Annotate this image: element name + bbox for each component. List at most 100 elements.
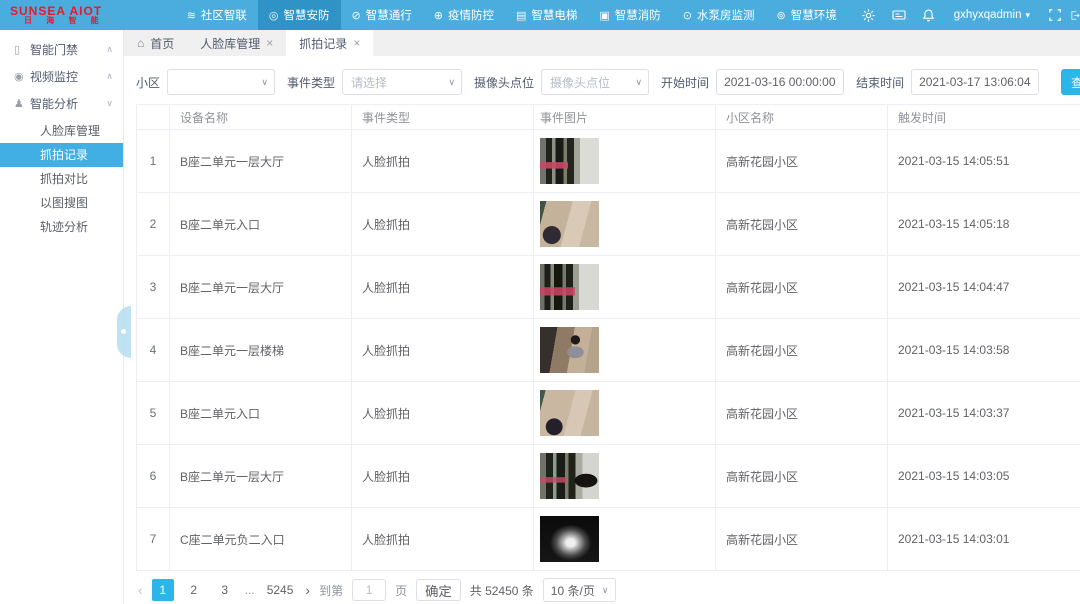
nav-item-label: 水泵房监测 [697, 7, 755, 23]
event-snapshot-image[interactable] [540, 201, 599, 247]
cell-event-image [534, 256, 716, 319]
cell-event-image [534, 445, 716, 508]
sidebar-group-智能分析[interactable]: ♟智能分析∨ [0, 90, 123, 117]
row-index: 1 [137, 130, 170, 193]
sidebar-group-label: 智能门禁 [30, 41, 106, 58]
nav-item-智慧电梯[interactable]: ▤智慧电梯 [505, 0, 588, 30]
cell-community-name: 高新花园小区 [716, 256, 888, 319]
community-select[interactable]: ∨ [167, 69, 275, 95]
page-size-select[interactable]: 10 条/页 ∨ [543, 578, 617, 602]
nav-item-label: 智慧消防 [615, 7, 661, 23]
page-button-2[interactable]: 2 [183, 579, 205, 601]
nav-item-水泵房监测[interactable]: ⊙ 水泵房监测 [672, 0, 766, 30]
person-analysis-icon: ♟ [14, 97, 30, 110]
row-index: 6 [137, 445, 170, 508]
tab-label: 抓拍记录 [299, 35, 347, 52]
cell-community-name: 高新花园小区 [716, 319, 888, 382]
jump-unit-label: 页 [395, 582, 407, 599]
app-logo: SUNSEA AIOT 日 海 智 能 [0, 5, 150, 26]
page-button-1[interactable]: 1 [152, 579, 174, 601]
header-event-type: 事件类型 [352, 105, 534, 130]
confirm-button[interactable]: 确定 [416, 579, 461, 601]
event-type-select[interactable]: 请选择 ∨ [342, 69, 462, 95]
nav-item-智慧安防[interactable]: ◎智慧安防 [258, 0, 341, 30]
sidebar-item-抓拍记录[interactable]: 抓拍记录 [0, 143, 123, 167]
notification-bell-icon[interactable] [914, 0, 944, 30]
page-button-5245[interactable]: 5245 [264, 579, 297, 601]
close-icon[interactable]: × [353, 36, 360, 50]
end-time-input[interactable] [911, 69, 1039, 95]
cell-community-name: 高新花园小区 [716, 382, 888, 445]
tab-人脸库管理[interactable]: 人脸库管理 × [187, 30, 286, 56]
close-icon[interactable]: × [266, 36, 273, 50]
nav-item-智慧环境[interactable]: ⊚智慧环境 [765, 0, 847, 30]
cell-trigger-time: 2021-03-15 14:04:47 [888, 256, 1080, 319]
water-pump-icon: ⊙ [683, 9, 692, 22]
sidebar-submenu: 人脸库管理抓拍记录抓拍对比以图搜图轨迹分析 [0, 117, 123, 241]
nav-item-智慧消防[interactable]: ▣智慧消防 [588, 0, 671, 30]
sidebar-collapse-handle[interactable] [117, 306, 131, 358]
cell-device-name: B座二单元一层大厅 [170, 130, 352, 193]
event-snapshot-image[interactable] [540, 264, 599, 310]
jump-page-input[interactable] [352, 579, 386, 601]
home-icon: ⌂ [137, 36, 144, 50]
sidebar-group-label: 智能分析 [30, 95, 106, 112]
sidebar-item-以图搜图[interactable]: 以图搜图 [0, 191, 123, 215]
cell-trigger-time: 2021-03-15 14:03:01 [888, 508, 1080, 571]
event-type-label: 事件类型 [287, 74, 335, 91]
nav-item-社区智联[interactable]: ≋社区智联 [176, 0, 258, 30]
search-button[interactable]: 查询 [1061, 69, 1080, 95]
sidebar-item-抓拍对比[interactable]: 抓拍对比 [0, 167, 123, 191]
camera-label: 摄像头点位 [474, 74, 534, 91]
message-card-icon[interactable] [884, 0, 914, 30]
event-snapshot-image[interactable] [540, 516, 599, 562]
settings-gear-icon[interactable] [854, 0, 884, 30]
fullscreen-icon[interactable] [1040, 0, 1070, 30]
sidebar-item-人脸库管理[interactable]: 人脸库管理 [0, 119, 123, 143]
cell-community-name: 高新花园小区 [716, 130, 888, 193]
environment-icon: ⊚ [776, 9, 785, 22]
camera-select[interactable]: 摄像头点位 ∨ [541, 69, 649, 95]
nav-item-疫情防控[interactable]: ⊕疫情防控 [423, 0, 505, 30]
cell-event-type: 人脸抓拍 [352, 445, 534, 508]
event-snapshot-image[interactable] [540, 390, 599, 436]
table-row: 2B座二单元入口人脸抓拍高新花园小区2021-03-15 14:05:18 [137, 193, 1080, 256]
event-snapshot-image[interactable] [540, 327, 599, 373]
event-snapshot-image[interactable] [540, 138, 599, 184]
logout-icon[interactable] [1070, 0, 1080, 30]
tab-抓拍记录[interactable]: 抓拍记录 × [286, 30, 373, 56]
tab-label: 人脸库管理 [200, 35, 260, 52]
cell-event-image [534, 193, 716, 256]
row-index: 4 [137, 319, 170, 382]
sidebar-group-智能门禁[interactable]: ▯智能门禁∧ [0, 36, 123, 63]
cell-trigger-time: 2021-03-15 14:05:18 [888, 193, 1080, 256]
page-size-value: 10 条/页 [551, 582, 595, 599]
cell-event-image [534, 130, 716, 193]
start-time-input[interactable] [716, 69, 844, 95]
prev-page-icon[interactable]: ‹ [138, 582, 143, 598]
tab-首页[interactable]: ⌂首页 [124, 30, 187, 56]
sidebar-item-轨迹分析[interactable]: 轨迹分析 [0, 215, 123, 239]
cell-event-type: 人脸抓拍 [352, 319, 534, 382]
event-snapshot-image[interactable] [540, 453, 599, 499]
table-row: 3B座二单元一层大厅人脸抓拍高新花园小区2021-03-15 14:04:47 [137, 256, 1080, 319]
chevron-down-icon: ∨ [448, 77, 455, 88]
page-button-3[interactable]: 3 [214, 579, 236, 601]
nav-item-智慧通行[interactable]: ⊘智慧通行 [341, 0, 423, 30]
content: 小区 ∨ 事件类型 请选择 ∨ 摄像头点位 摄像头点位 [124, 56, 1080, 604]
cell-device-name: B座二单元入口 [170, 193, 352, 256]
cell-event-type: 人脸抓拍 [352, 382, 534, 445]
cell-event-image [534, 508, 716, 571]
user-menu[interactable]: gxhyxqadmin ▾ [944, 9, 1040, 21]
door-access-icon: ▯ [14, 43, 30, 56]
security-shield-icon: ◎ [269, 9, 279, 22]
records-table: 设备名称 事件类型 事件图片 小区名称 触发时间 1B座二单元一层大厅人脸抓拍高… [136, 104, 1080, 571]
sidebar-group-视频监控[interactable]: ◉视频监控∧ [0, 63, 123, 90]
header-community-name: 小区名称 [716, 105, 888, 130]
cell-trigger-time: 2021-03-15 14:05:51 [888, 130, 1080, 193]
cell-community-name: 高新花园小区 [716, 193, 888, 256]
cell-device-name: C座二单元负二入口 [170, 508, 352, 571]
next-page-icon[interactable]: › [305, 582, 310, 598]
search-button-label: 查询 [1071, 74, 1080, 91]
cell-community-name: 高新花园小区 [716, 445, 888, 508]
